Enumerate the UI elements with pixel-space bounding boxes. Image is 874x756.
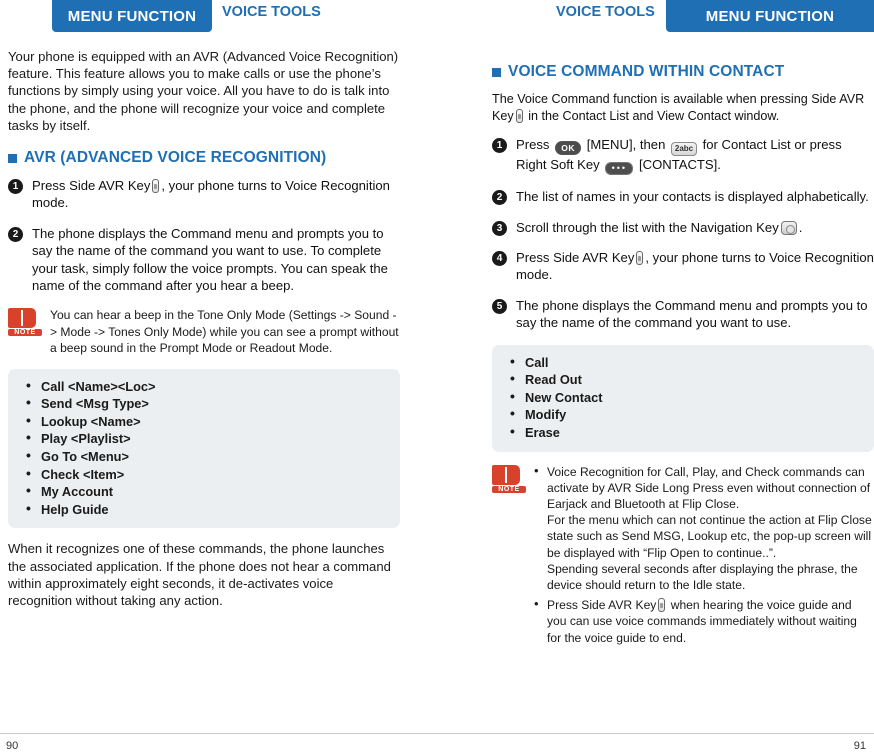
note-bullet-item: Press Side AVR Key when hearing the voic… [534,596,874,646]
command-list-box: Call <Name><Loc> Send <Msg Type> Lookup … [8,368,400,529]
step-text: Scroll through the list with the Navigat… [516,219,802,236]
left-page-content: Your phone is equipped with an AVR (Adva… [8,48,400,619]
square-bullet-icon [8,154,17,164]
section-heading-voice-command-text: VOICE COMMAND WITHIN CONTACT [508,63,785,80]
book-icon [8,308,36,329]
note-icon-label: NOTE [8,329,42,337]
step-item: 2 The list of names in your contacts is … [492,188,874,206]
note-icon: NOTE [492,464,526,493]
command-item: Call <Name><Loc> [26,377,386,396]
step-item: 1 Press OK [MENU], then 2abc for Contact… [492,136,874,176]
closing-paragraph: When it recognizes one of these commands… [8,541,391,609]
page-header: MENU FUNCTION VOICE TOOLS VOICE TOOLS ME… [0,0,874,34]
step-text: Press OK [MENU], then 2abc for Contact L… [516,136,874,176]
note-block: NOTE You can hear a beep in the Tone Onl… [8,307,400,356]
intro-paragraph: Your phone is equipped with an AVR (Adva… [8,49,399,133]
right-soft-key-icon: ••• [605,162,634,176]
step-number-badge: 5 [492,298,507,314]
header-label-voice-tools-right: VOICE TOOLS [556,4,655,20]
step-text-pre: Press Side AVR Key [516,250,635,265]
command-item: Erase [510,423,860,442]
step-text-pre: Scroll through the list with the Navigat… [516,219,779,235]
note-icon: NOTE [8,307,42,337]
step-text: Press Side AVR Key, your phone turns to … [32,177,400,212]
command-item: Send <Msg Type> [26,394,386,413]
header-label-voice-tools-left: VOICE TOOLS [222,4,321,20]
section-heading-avr-text: AVR (ADVANCED VOICE RECOGNITION) [24,149,327,167]
note-bullet-pre: Press Side AVR Key [547,598,657,613]
step-text-part1: Press [516,137,550,153]
command-item: Check <Item> [26,465,386,484]
note-block: NOTE Voice Recognition for Call, Play, a… [492,463,874,650]
note-text: You can hear a beep in the Tone Only Mod… [50,308,399,356]
ok-key-icon: OK [555,141,582,156]
lead-paragraph: The Voice Command function is available … [492,91,874,124]
command-list: Call <Name><Loc> Send <Msg Type> Lookup … [26,377,386,519]
command-list-box: Call Read Out New Contact Modify Erase [492,344,874,452]
note-text: Voice Recognition for Call, Play, and Ch… [534,463,874,650]
command-item: Read Out [510,370,860,389]
lead-paragraph-post: in the Contact List and View Contact win… [528,108,780,123]
manual-page-spread: MENU FUNCTION VOICE TOOLS VOICE TOOLS ME… [0,0,874,756]
section-heading-avr: AVR (ADVANCED VOICE RECOGNITION) [8,148,400,167]
key-2-abc-icon: 2abc [671,142,697,157]
note-bullet-item: Voice Recognition for Call, Play, and Ch… [534,463,874,594]
command-item: New Contact [510,388,860,407]
right-page-content: VOICE COMMAND WITHIN CONTACT The Voice C… [492,48,874,662]
step-item: 1 Press Side AVR Key, your phone turns t… [8,177,400,212]
command-item: Modify [510,405,860,424]
page-number-right: 91 [853,740,866,752]
step-text: The phone displays the Command menu and … [32,225,388,294]
step-item: 2 The phone displays the Command menu an… [8,225,400,295]
step-item: 4 Press Side AVR Key, your phone turns t… [492,249,874,284]
square-bullet-icon [492,68,501,77]
page-number-left: 90 [6,740,19,752]
side-avr-key-icon [658,598,666,613]
step-number-badge: 4 [492,251,507,266]
command-item: Lookup <Name> [26,412,386,431]
step-item: 5 The phone displays the Command menu an… [492,297,874,332]
step-number-badge: 1 [492,138,507,154]
note-icon-label: NOTE [492,485,526,493]
footer-divider [0,733,874,734]
header-tab-menu-function-right: MENU FUNCTION [666,0,874,32]
step-text: The list of names in your contacts is di… [516,189,869,205]
command-item: Help Guide [26,500,386,519]
step-text: Press Side AVR Key, your phone turns to … [516,249,874,284]
step-number-badge: 1 [8,179,23,195]
command-item: Play <Playlist> [26,429,386,448]
navigation-key-icon [780,220,797,235]
side-avr-key-icon [636,251,644,265]
command-item: My Account [26,482,386,501]
step-item: 3 Scroll through the list with the Navig… [492,219,874,236]
book-icon [492,464,520,485]
step-number-badge: 3 [492,220,507,236]
section-heading-voice-command: VOICE COMMAND WITHIN CONTACT [492,62,874,81]
command-list: Call Read Out New Contact Modify Erase [510,353,860,442]
command-item: Call [510,353,860,372]
step-text-pre: Press Side AVR Key [32,178,151,194]
note-bullet-list: Voice Recognition for Call, Play, and Ch… [534,463,874,646]
step-text-part4: [CONTACTS]. [638,157,721,173]
side-avr-key-icon [515,108,523,123]
step-text: The phone displays the Command menu and … [516,297,868,331]
command-item: Go To <Menu> [26,447,386,466]
step-number-badge: 2 [8,226,23,242]
step-number-badge: 2 [492,190,507,206]
side-avr-key-icon [152,179,160,194]
step-text-part2: [MENU], then [586,137,666,153]
key-2-letters: abc [679,144,694,154]
header-tab-menu-function-left: MENU FUNCTION [52,0,212,32]
step-text-post: . [798,219,803,235]
